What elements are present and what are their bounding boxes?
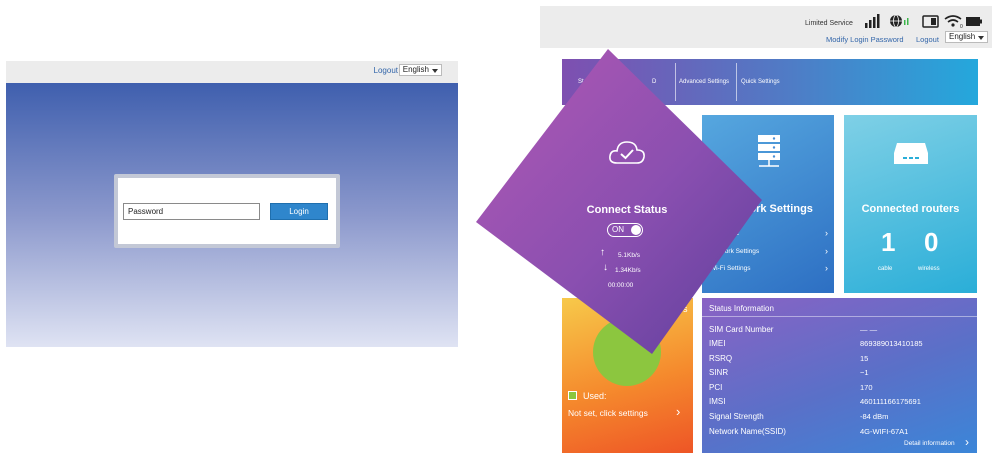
caret-down-icon bbox=[432, 69, 438, 73]
svg-text:0: 0 bbox=[960, 24, 963, 30]
status-key: SINR bbox=[709, 368, 729, 377]
status-key: Network Name(SSID) bbox=[709, 427, 786, 436]
globe-icon bbox=[890, 14, 909, 28]
sim-card-icon bbox=[922, 15, 939, 28]
login-background: Password Login bbox=[6, 83, 458, 347]
chevron-right-icon[interactable]: › bbox=[965, 435, 969, 449]
detail-information-link[interactable]: Detail information bbox=[904, 440, 955, 447]
network-item-wifi-settings[interactable]: Wi-Fi Settings › bbox=[710, 263, 828, 273]
status-value: 15 bbox=[860, 354, 869, 363]
status-key: Signal Strength bbox=[709, 412, 764, 421]
upload-rate: 5.1Kb/s bbox=[618, 252, 641, 259]
download-arrow-icon: ↓ bbox=[603, 262, 608, 273]
status-key: PCI bbox=[709, 383, 723, 392]
data-corner-text: s bbox=[683, 304, 688, 314]
network-settings-tile[interactable]: Network Settings Automatic › Network Set… bbox=[702, 115, 834, 293]
network-item-label: Wi-Fi Settings bbox=[710, 265, 751, 272]
chevron-right-icon: › bbox=[825, 246, 828, 256]
language-value: English bbox=[402, 65, 429, 74]
status-value: 4G-WIFI-67A1 bbox=[860, 427, 909, 436]
toggle-label: ON bbox=[612, 225, 624, 234]
language-select[interactable]: English bbox=[398, 64, 442, 76]
data-usage-tile[interactable]: s Used: Not set, click settings › bbox=[562, 298, 693, 453]
used-label: Used: bbox=[583, 391, 607, 401]
chevron-right-icon: › bbox=[825, 263, 828, 273]
connect-status-card[interactable]: Connect Status ON ↑ 5.1Kb/s ↓ 1.34Kb/s 0… bbox=[572, 134, 682, 304]
download-rate: 1.34Kb/s bbox=[615, 267, 641, 274]
wifi-icon: 0 bbox=[944, 15, 963, 30]
usage-pie bbox=[593, 318, 661, 386]
connection-toggle[interactable]: ON bbox=[607, 223, 643, 237]
caret-down-icon bbox=[978, 36, 985, 40]
cable-label: cable bbox=[878, 266, 893, 272]
connection-duration: 00:00:00 bbox=[608, 282, 634, 289]
status-value: 170 bbox=[860, 383, 873, 392]
password-input[interactable]: Password bbox=[123, 203, 260, 220]
nav-item-advanced-settings[interactable]: Advanced Settings bbox=[675, 59, 729, 105]
login-topbar: Logout English bbox=[6, 61, 458, 83]
status-information-tile: Status Information SIM Card Number — — I… bbox=[702, 298, 977, 453]
chevron-right-icon: › bbox=[825, 228, 828, 238]
status-value: 869389013410185 bbox=[860, 339, 923, 348]
language-select[interactable]: English bbox=[945, 31, 989, 43]
status-icons: 0 bbox=[865, 14, 985, 30]
battery-icon bbox=[966, 17, 982, 26]
status-key: IMEI bbox=[709, 339, 726, 348]
settings-link[interactable]: Not set, click settings bbox=[568, 408, 648, 418]
modify-password-link[interactable]: Modify Login Password bbox=[826, 35, 904, 44]
status-value: 460111166175691 bbox=[860, 397, 921, 406]
network-item-label: Network Settings bbox=[710, 248, 760, 255]
logout-link[interactable]: Logout bbox=[916, 35, 939, 44]
toggle-knob bbox=[631, 225, 641, 235]
language-value: English bbox=[949, 32, 976, 41]
network-item-automatic[interactable]: Automatic › bbox=[710, 228, 828, 238]
network-item-label: Automatic bbox=[710, 230, 739, 237]
dashboard-topbar: Limited Service 0 Modify Login Password … bbox=[540, 6, 992, 48]
status-value: -84 dBm bbox=[860, 412, 889, 421]
login-screen: Logout English Password Login bbox=[6, 61, 458, 347]
login-dialog: Password Login bbox=[114, 174, 340, 248]
network-item-network-settings[interactable]: Network Settings › bbox=[710, 246, 828, 256]
server-icon bbox=[758, 135, 780, 167]
connect-status-title: Connect Status bbox=[586, 204, 668, 216]
status-divider bbox=[702, 316, 977, 317]
upload-arrow-icon: ↑ bbox=[600, 247, 605, 258]
wireless-count: 0 bbox=[924, 227, 939, 257]
cloud-check-icon bbox=[609, 141, 645, 164]
status-value: −1 bbox=[860, 368, 869, 377]
nav-item-data[interactable]: D bbox=[648, 59, 656, 105]
signal-bars-icon bbox=[865, 14, 880, 28]
status-key: IMSI bbox=[709, 397, 726, 406]
router-icon bbox=[894, 143, 928, 164]
cable-count: 1 bbox=[881, 227, 896, 257]
logout-link[interactable]: Logout bbox=[374, 66, 398, 75]
used-legend-swatch bbox=[568, 391, 577, 400]
status-value: — — bbox=[860, 325, 878, 334]
status-title: Status Information bbox=[709, 304, 774, 313]
nav-item-quick-settings[interactable]: Quick Settings bbox=[737, 59, 780, 105]
wireless-label: wireless bbox=[918, 266, 940, 272]
chevron-right-icon[interactable]: › bbox=[676, 404, 680, 419]
network-settings-title: Network Settings bbox=[723, 203, 813, 215]
main-nav: St D Advanced Settings Quick Settings bbox=[562, 59, 978, 105]
connected-routers-tile[interactable]: Connected routers 1 0 cable wireless bbox=[844, 115, 977, 293]
status-key: SIM Card Number bbox=[709, 325, 774, 334]
status-key: RSRQ bbox=[709, 354, 733, 363]
connected-routers-title: Connected routers bbox=[861, 203, 960, 215]
nav-item-status[interactable]: St bbox=[574, 59, 584, 105]
service-status: Limited Service bbox=[805, 20, 853, 27]
login-button[interactable]: Login bbox=[270, 203, 328, 220]
